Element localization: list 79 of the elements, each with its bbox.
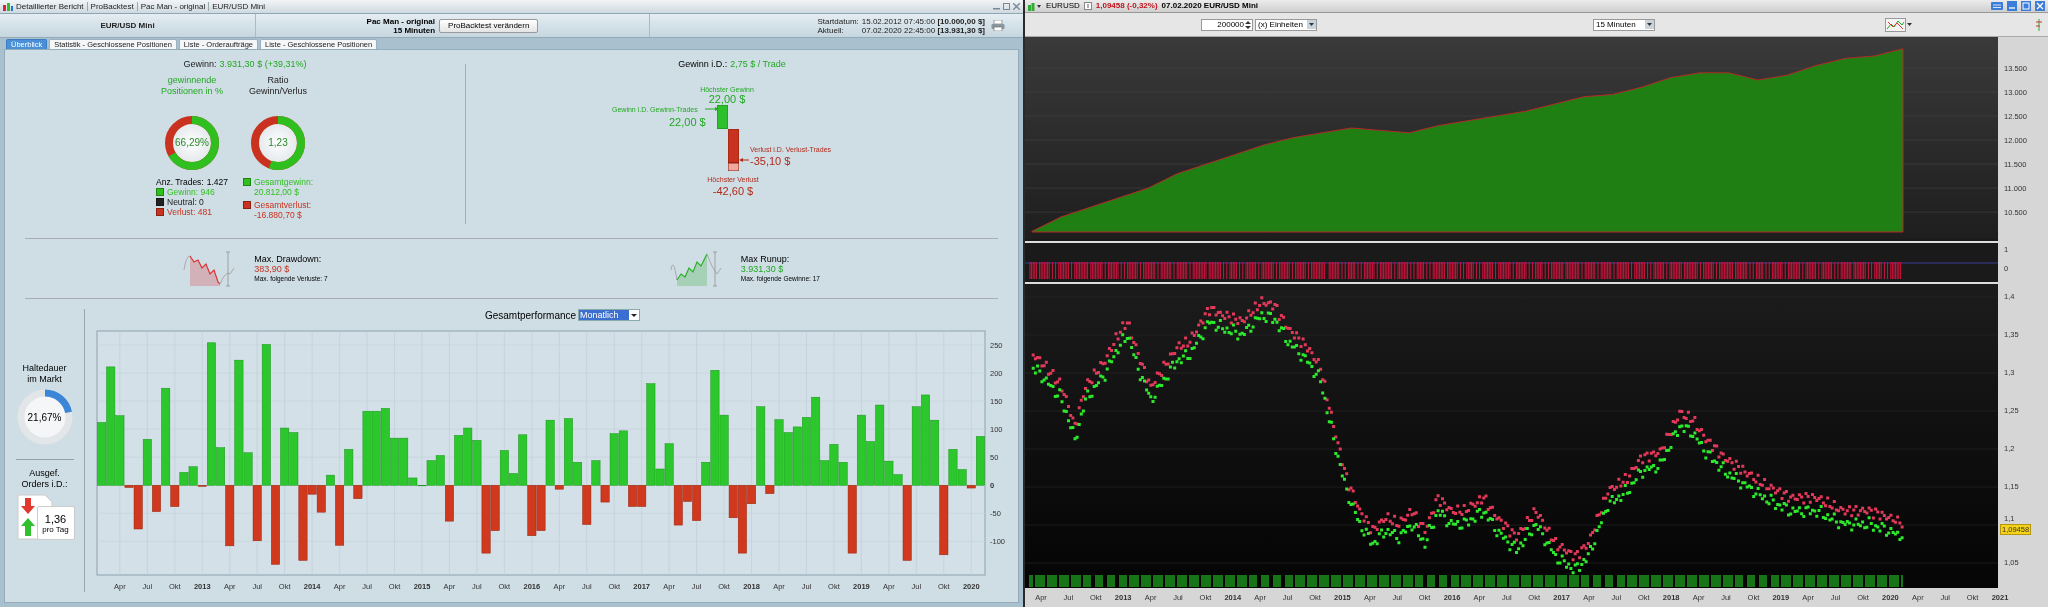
bar <box>930 419 940 486</box>
trades-label: Anz. Trades: <box>156 176 204 187</box>
timeframe-dropdown[interactable]: 15 Minuten <box>1593 18 1655 31</box>
strategy-timeframe: 15 Minuten <box>393 25 436 35</box>
window-title: Pac Man - original <box>140 0 206 13</box>
orders-title: Ausgef. Orders i.D.: <box>20 468 69 490</box>
caret-icon <box>1307 20 1316 29</box>
orders-value: 1,36 <box>44 512 67 525</box>
window-title: Detaillierter Bericht <box>16 0 84 13</box>
donut-title: gewinnende Positionen in % <box>159 74 224 97</box>
orders-unit: pro Tag <box>42 524 69 534</box>
bar <box>435 455 445 486</box>
bar <box>445 485 454 522</box>
date-value: 07.02.2020 22:45:00 [13.931,30 $] <box>861 25 985 35</box>
indicator-icon[interactable] <box>2034 17 2044 32</box>
profit-bar <box>717 104 728 129</box>
maximize-icon[interactable] <box>2021 1 2031 11</box>
gain-label: Gewinn: <box>183 58 217 71</box>
bar <box>280 427 290 486</box>
trades-value: 1.427 <box>206 176 228 187</box>
legend-label: Verlust: 481 <box>167 206 212 217</box>
worst-loss-value: -42,60 $ <box>711 183 755 199</box>
total-value: 20.812,00 $ <box>253 186 299 197</box>
drawdown-title: Max. Drawdown: <box>254 253 323 264</box>
performance-label: Gesamtperformance <box>484 308 577 323</box>
gain-value: 3.931,30 $ (+39,31%) <box>219 58 307 71</box>
average-gain-label: Gewinn i.D.: <box>678 58 728 71</box>
donut-value: 66,29% <box>174 136 210 150</box>
window-title: EUR/USD Mini <box>212 0 266 13</box>
quote-value: 1,09458 (-0,32%) <box>1095 0 1158 12</box>
unit-dropdown[interactable]: (x) Einheiten <box>1255 18 1317 31</box>
bar <box>783 432 793 486</box>
donut-title: Ratio Gewinn/Verlus <box>248 74 308 97</box>
total-label: Gesamtgewinn: <box>253 176 314 187</box>
average-win-value: 22,00 $ <box>669 114 706 130</box>
chart-menu-icon[interactable] <box>1028 1 1042 11</box>
leader-line <box>705 106 719 111</box>
minimize-icon[interactable] <box>2007 1 2017 11</box>
legend-label: Neutral: 0 <box>167 196 204 207</box>
instrument-name: EUR/USD Mini <box>100 19 155 32</box>
average-loss-value: -35,10 $ <box>750 153 791 169</box>
total-label: Gesamtverlust: <box>253 199 312 210</box>
bar <box>463 427 473 486</box>
legend-label: Gewinn: 946 <box>167 186 215 197</box>
date-value: 15.02.2012 07:45:00 [10.000,00 $] <box>861 16 985 26</box>
window-title: ProBacktest <box>90 0 134 13</box>
runup-value: 3.931,30 $ <box>740 263 784 274</box>
drawdown-value: 383,90 $ <box>254 263 291 274</box>
quote-date: 07.02.2020 EUR/USD Mini <box>1161 0 1259 12</box>
printer-icon[interactable] <box>991 20 1005 31</box>
date-label: Aktuell: <box>817 25 845 35</box>
period-dropdown[interactable]: Monatlich <box>578 309 641 321</box>
restore-icon[interactable] <box>1003 3 1010 10</box>
quantity-field[interactable]: 200000 <box>1201 18 1253 31</box>
total-value: -16.880,70 $ <box>253 209 303 220</box>
caret-icon <box>1645 20 1654 29</box>
spinner-icon[interactable] <box>1245 19 1251 30</box>
backtest-chart-button-icon[interactable] <box>1885 17 1913 32</box>
date-label: Startdatum: <box>817 16 859 26</box>
average-gain-value: 2,75 $ / Trade <box>730 58 786 71</box>
modify-backtest-button[interactable]: ProBacktest verändern <box>439 18 539 33</box>
donut-value: 1,23 <box>267 136 289 150</box>
report-icon <box>3 2 13 11</box>
bar <box>802 417 811 486</box>
keyboard-icon[interactable] <box>1991 2 2003 10</box>
symbol-name[interactable]: EURUSD <box>1046 0 1080 12</box>
bar <box>289 432 299 486</box>
holding-value: 21,67% <box>26 410 63 425</box>
close-icon[interactable] <box>1013 3 1020 10</box>
leader-line <box>739 157 749 162</box>
bar <box>792 426 802 486</box>
info-icon[interactable] <box>1083 2 1092 10</box>
strategy-name: Pac Man - original <box>366 16 436 26</box>
best-gain-value: 22,00 $ <box>707 92 747 105</box>
bar <box>527 485 537 536</box>
runup-title: Max Runup: <box>740 253 791 264</box>
loss-bar <box>728 128 739 171</box>
holding-title: Haltedauer im Markt <box>21 363 68 385</box>
bar <box>454 435 464 486</box>
